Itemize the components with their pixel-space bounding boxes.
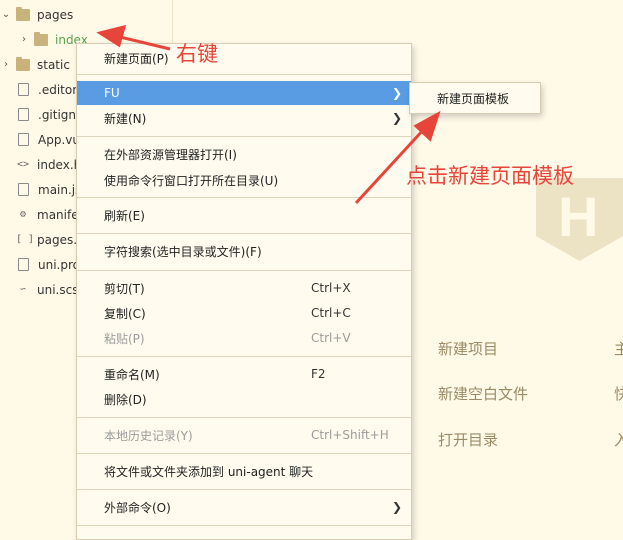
annotation-right-click: 右键 [176, 42, 218, 66]
arrow-right-click [96, 24, 171, 51]
annotation-arrows [96, 24, 441, 205]
annotation-click-template: 点击新建页面模板 [406, 164, 574, 188]
